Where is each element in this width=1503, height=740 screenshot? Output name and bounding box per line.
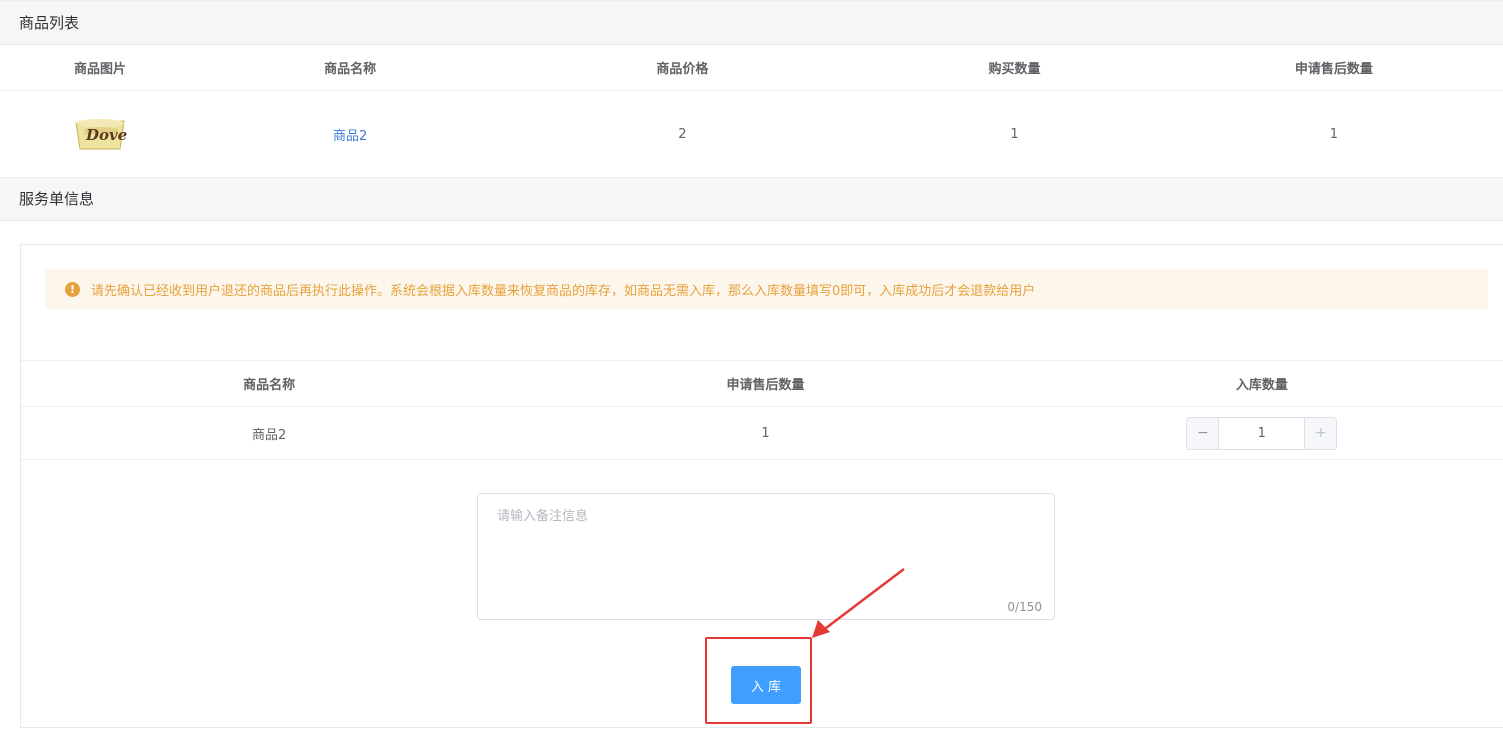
- warning-alert: ! 请先确认已经收到用户退还的商品后再执行此操作。系统会根据入库数量来恢复商品的…: [45, 269, 1488, 309]
- col-header-after-sale-qty: 申请售后数量: [726, 378, 805, 393]
- product-list-header: 商品列表: [0, 0, 1503, 45]
- product-name-link[interactable]: 商品2: [200, 125, 501, 144]
- stock-in-after-sale-qty: 1: [761, 425, 770, 441]
- product-list-title: 商品列表: [19, 14, 80, 32]
- product-buy-qty: 1: [1010, 126, 1019, 142]
- product-image-text: Dove: [85, 126, 128, 144]
- table-row: Dove 商品2 2 1 1: [0, 91, 1503, 177]
- stock-in-card: ! 请先确认已经收到用户退还的商品后再执行此操作。系统会根据入库数量来恢复商品的…: [20, 244, 1503, 728]
- col-header-name: 商品名称: [324, 62, 377, 77]
- stock-in-table-header: 商品名称 申请售后数量 入库数量: [21, 360, 1503, 407]
- remark-char-counter: 0/150: [1007, 600, 1042, 614]
- product-image-cell: Dove: [0, 115, 200, 153]
- stock-in-qty-cell: − 1 +: [1014, 416, 1503, 450]
- stock-in-qty-input[interactable]: 1: [1219, 418, 1304, 449]
- col-header-image: 商品图片: [73, 62, 126, 77]
- warning-icon: !: [65, 281, 80, 297]
- warning-alert-text: 请先确认已经收到用户退还的商品后再执行此操作。系统会根据入库数量来恢复商品的库存…: [91, 283, 1036, 299]
- service-info-title: 服务单信息: [19, 190, 95, 208]
- col-header-stock-in-qty: 入库数量: [1235, 378, 1288, 393]
- col-header-price: 商品价格: [656, 62, 709, 77]
- table-row: 商品2 1 − 1 +: [21, 407, 1503, 460]
- col-header-after-sale-qty: 申请售后数量: [1294, 62, 1373, 77]
- product-image[interactable]: Dove: [72, 115, 128, 153]
- col-header-buy-qty: 购买数量: [988, 62, 1041, 77]
- service-info-header: 服务单信息: [0, 177, 1503, 221]
- remark-placeholder: 请输入备注信息: [497, 509, 589, 524]
- increment-button[interactable]: +: [1304, 417, 1337, 449]
- col-header-name: 商品名称: [243, 378, 296, 393]
- plus-icon: +: [1314, 425, 1327, 441]
- product-table-header: 商品图片 商品名称 商品价格 购买数量 申请售后数量: [0, 45, 1503, 91]
- product-after-sale-qty: 1: [1329, 126, 1339, 142]
- product-price: 2: [678, 126, 687, 142]
- stock-in-product-name: 商品2: [252, 427, 287, 443]
- stock-in-submit-button[interactable]: 入 库: [731, 666, 801, 704]
- decrement-button[interactable]: −: [1187, 417, 1220, 449]
- remark-textarea[interactable]: 请输入备注信息 0/150: [477, 493, 1055, 620]
- stock-in-qty-stepper[interactable]: − 1 +: [1186, 416, 1338, 450]
- minus-icon: −: [1196, 425, 1209, 441]
